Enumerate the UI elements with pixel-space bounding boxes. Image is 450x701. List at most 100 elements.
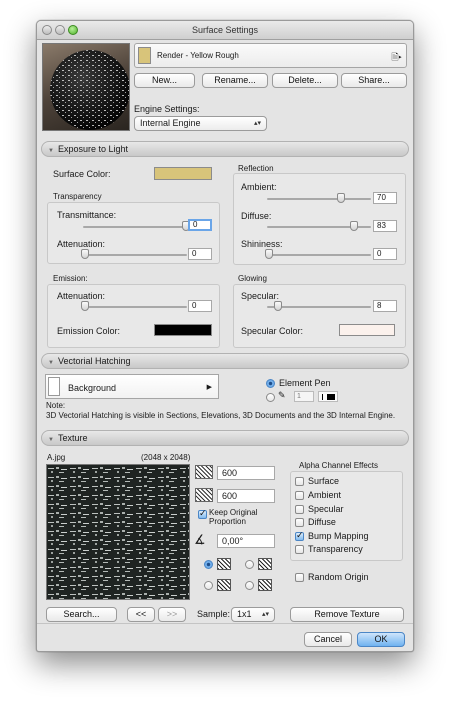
alpha-surface-label: Surface bbox=[308, 476, 340, 486]
specular-slider-thumb[interactable] bbox=[274, 301, 282, 311]
alpha-surface-checkbox[interactable] bbox=[295, 477, 304, 486]
engine-select[interactable]: Internal Engine ▴▾ bbox=[134, 116, 267, 131]
remove-texture-button[interactable]: Remove Texture bbox=[290, 607, 404, 622]
alpha-channel-title: Alpha Channel Effects bbox=[299, 461, 379, 470]
width-icon bbox=[195, 465, 213, 479]
ambient-value[interactable]: 70 bbox=[373, 192, 397, 204]
engine-settings-label: Engine Settings: bbox=[134, 104, 200, 114]
disclosure-triangle-icon: ▼ bbox=[48, 360, 54, 366]
preview-sphere bbox=[50, 50, 129, 130]
shininess-value[interactable]: 0 bbox=[373, 248, 397, 260]
ambient-label: Ambient: bbox=[241, 182, 277, 192]
surface-name-field[interactable]: Render - Yellow Rough 🗎▸ bbox=[134, 43, 407, 68]
mirror-option-2-radio[interactable] bbox=[245, 560, 254, 569]
alpha-ambient-label: Ambient bbox=[308, 490, 342, 500]
zoom-window-button[interactable] bbox=[68, 25, 78, 35]
attenuation-slider-thumb[interactable] bbox=[81, 249, 89, 259]
surface-preview bbox=[42, 43, 130, 131]
share-button[interactable]: Share... bbox=[341, 73, 407, 88]
hatching-title: Vectorial Hatching bbox=[57, 356, 131, 366]
transparency-title: Transparency bbox=[53, 192, 102, 201]
custom-pen-radio[interactable] bbox=[266, 393, 275, 402]
texture-file-size: (2048 x 2048) bbox=[141, 453, 191, 462]
mirror-option-1-radio[interactable] bbox=[204, 560, 213, 569]
shininess-slider[interactable] bbox=[267, 254, 371, 256]
texture-section-header[interactable]: ▼ Texture bbox=[41, 430, 409, 446]
disclosure-triangle-icon: ▼ bbox=[48, 148, 54, 154]
alpha-specular-label: Specular bbox=[308, 504, 344, 514]
next-texture-button[interactable]: >> bbox=[158, 607, 186, 622]
random-origin-checkbox[interactable] bbox=[295, 573, 304, 582]
shininess-label: Shininess: bbox=[241, 239, 283, 249]
popup-arrow-icon: ▶ bbox=[206, 384, 212, 391]
alpha-diffuse-checkbox[interactable] bbox=[295, 518, 304, 527]
minimize-window-button[interactable] bbox=[55, 25, 65, 35]
texture-angle-input[interactable]: 0,00° bbox=[217, 534, 275, 548]
sample-select[interactable]: 1x1 ▴▾ bbox=[231, 607, 275, 622]
alpha-ambient-checkbox[interactable] bbox=[295, 491, 304, 500]
disclosure-triangle-icon: ▼ bbox=[48, 437, 54, 443]
emission-attenuation-slider-thumb[interactable] bbox=[81, 301, 89, 311]
previous-texture-button[interactable]: << bbox=[127, 607, 155, 622]
height-icon bbox=[195, 488, 213, 502]
emission-color-swatch[interactable] bbox=[154, 324, 212, 336]
emission-attenuation-label: Attenuation: bbox=[57, 291, 106, 301]
diffuse-slider-thumb[interactable] bbox=[350, 221, 358, 231]
surface-settings-window: Surface Settings Render - Yellow Rough � bbox=[36, 20, 414, 652]
exposure-title: Exposure to Light bbox=[57, 144, 128, 154]
mirror-option-4-icon bbox=[258, 579, 272, 591]
alpha-diffuse-label: Diffuse bbox=[308, 517, 336, 527]
hatching-section-header[interactable]: ▼ Vectorial Hatching bbox=[41, 353, 409, 369]
specular-value[interactable]: 8 bbox=[373, 300, 397, 312]
element-pen-radio[interactable] bbox=[266, 379, 275, 388]
ok-button[interactable]: OK bbox=[357, 632, 405, 647]
angle-icon: ∡ bbox=[194, 532, 206, 547]
mirror-option-4-radio[interactable] bbox=[245, 581, 254, 590]
specular-slider[interactable] bbox=[267, 306, 371, 308]
mirror-option-3-icon bbox=[217, 579, 231, 591]
pen-number-field[interactable]: 1 bbox=[294, 391, 314, 402]
texture-title: Texture bbox=[57, 433, 88, 443]
select-arrows-icon: ▴▾ bbox=[261, 611, 269, 618]
transmittance-slider[interactable] bbox=[83, 226, 187, 228]
alpha-specular-checkbox[interactable] bbox=[295, 505, 304, 514]
random-origin-label: Random Origin bbox=[308, 572, 369, 582]
attenuation-value[interactable]: 0 bbox=[188, 248, 212, 260]
alpha-bump-mapping-label: Bump Mapping bbox=[308, 531, 369, 541]
transmittance-value[interactable]: 0 bbox=[188, 219, 212, 231]
emission-attenuation-slider[interactable] bbox=[83, 306, 187, 308]
mirror-option-3-radio[interactable] bbox=[204, 581, 213, 590]
specular-color-swatch[interactable] bbox=[339, 324, 395, 336]
texture-width-input[interactable]: 600 bbox=[217, 466, 275, 480]
title-bar: Surface Settings bbox=[37, 21, 413, 40]
ambient-slider[interactable] bbox=[267, 198, 371, 200]
keep-proportion-checkbox[interactable] bbox=[198, 508, 207, 519]
ambient-slider-thumb[interactable] bbox=[337, 193, 345, 203]
surface-swatch bbox=[138, 47, 151, 64]
close-window-button[interactable] bbox=[42, 25, 52, 35]
surface-menu-icon[interactable]: 🗎▸ bbox=[391, 50, 402, 66]
rename-button[interactable]: Rename... bbox=[202, 73, 268, 88]
engine-select-value: Internal Engine bbox=[140, 118, 201, 128]
delete-button[interactable]: Delete... bbox=[272, 73, 338, 88]
surface-color-swatch[interactable] bbox=[154, 167, 212, 180]
specular-color-label: Specular Color: bbox=[241, 326, 304, 336]
alpha-bump-mapping-checkbox[interactable] bbox=[295, 530, 304, 541]
attenuation-slider[interactable] bbox=[83, 254, 187, 256]
background-swatch bbox=[48, 377, 60, 396]
background-label: Background bbox=[68, 383, 117, 393]
background-hatch-popup[interactable]: Background ▶ bbox=[45, 374, 219, 399]
texture-height-input[interactable]: 600 bbox=[217, 489, 275, 503]
emission-attenuation-value[interactable]: 0 bbox=[188, 300, 212, 312]
new-button[interactable]: New... bbox=[134, 73, 195, 88]
alpha-transparency-checkbox[interactable] bbox=[295, 545, 304, 554]
exposure-section-header[interactable]: ▼ Exposure to Light bbox=[41, 141, 409, 157]
shininess-slider-thumb[interactable] bbox=[265, 249, 273, 259]
diffuse-label: Diffuse: bbox=[241, 211, 272, 221]
glowing-title: Glowing bbox=[238, 274, 267, 283]
pen-color-swatch[interactable] bbox=[318, 391, 338, 402]
emission-title: Emission: bbox=[53, 274, 88, 283]
cancel-button[interactable]: Cancel bbox=[304, 632, 352, 647]
search-texture-button[interactable]: Search... bbox=[46, 607, 117, 622]
diffuse-value[interactable]: 83 bbox=[373, 220, 397, 232]
